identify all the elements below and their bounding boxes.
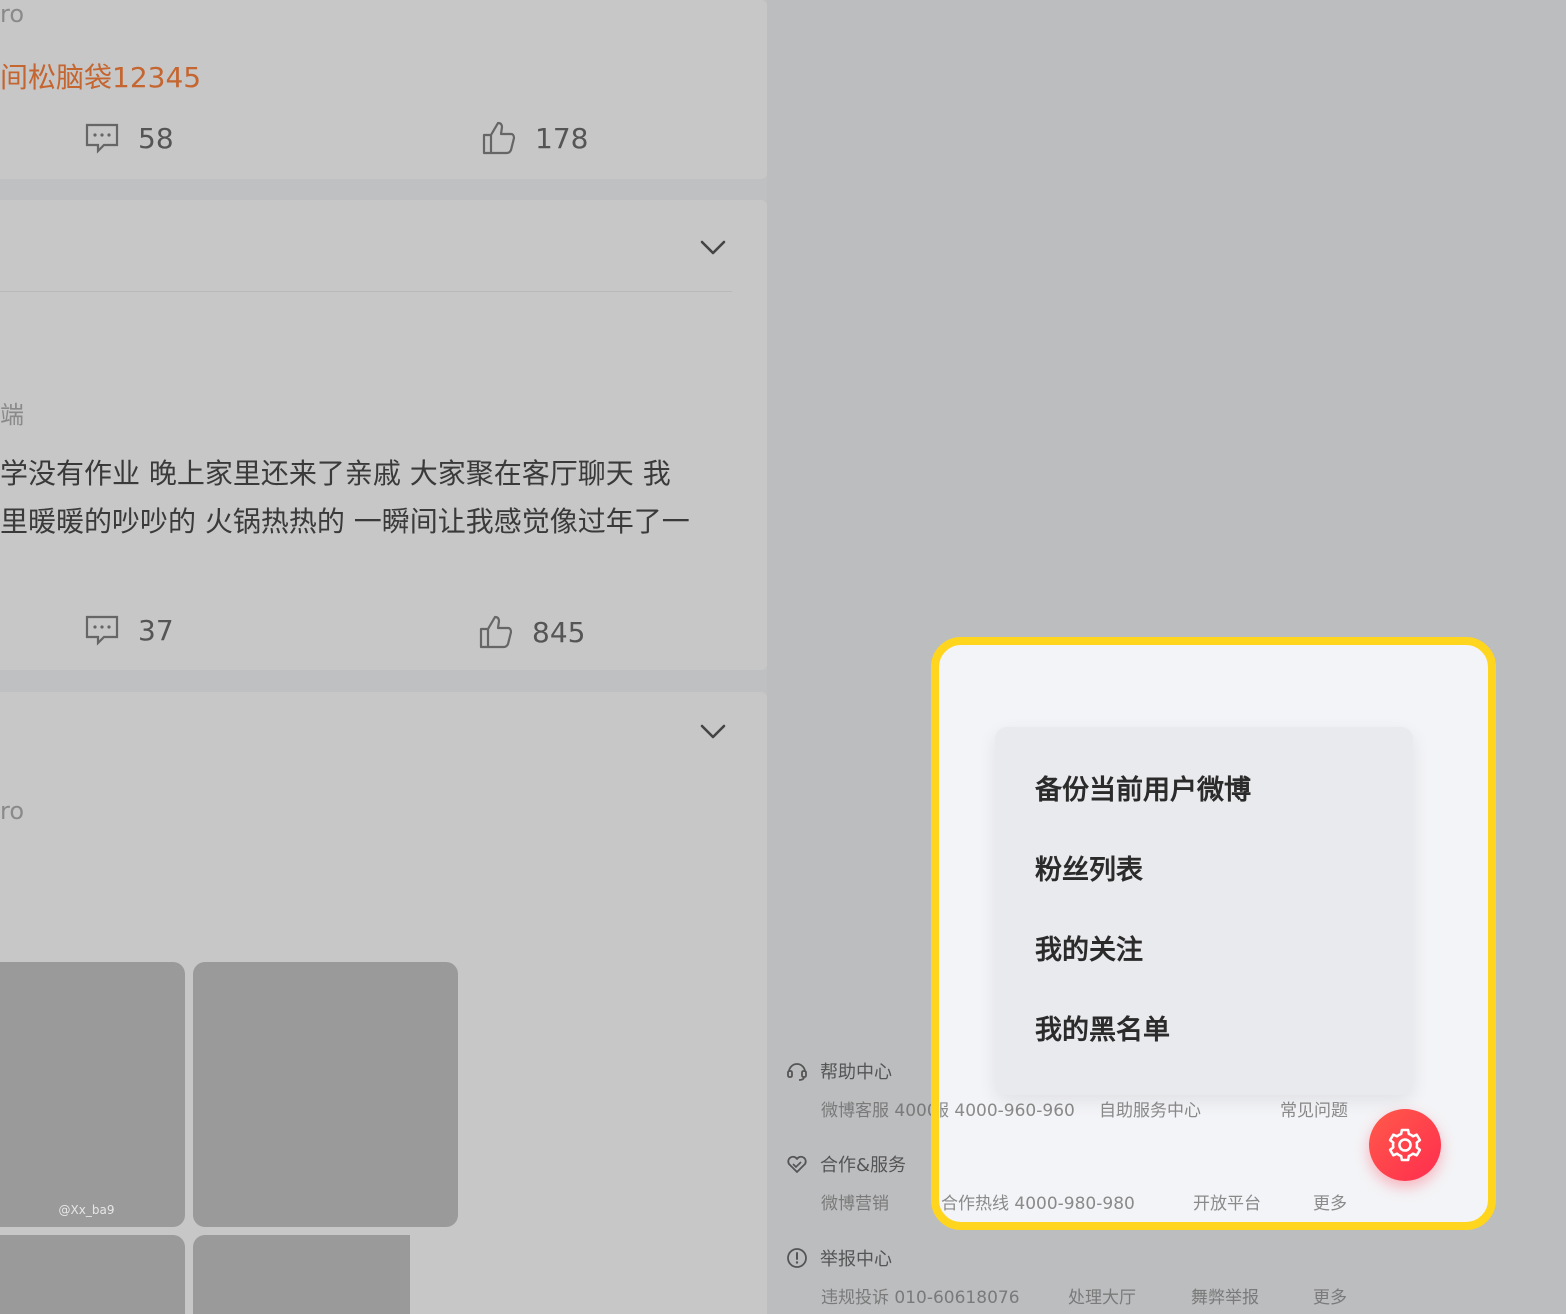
menu-item-backup-weibo[interactable]: 备份当前用户微博 — [995, 751, 1413, 831]
post-source: ro — [0, 0, 25, 28]
menu-item-fans-list[interactable]: 粉丝列表 — [995, 831, 1413, 911]
settings-dropdown-menu: 备份当前用户微博 粉丝列表 我的关注 我的黑名单 — [995, 727, 1413, 1095]
chevron-down-icon[interactable] — [699, 238, 727, 258]
settings-button[interactable] — [1369, 1109, 1441, 1181]
comment-icon — [85, 615, 119, 646]
post-text-line-2: 里暖暖的吵吵的 火锅热热的 一瞬间让我感觉像过年了一 — [0, 505, 690, 538]
settings-popup-panel: 微博客服 4000-960-960 自助服务中心 常见问题 合作热线 4000-… — [931, 637, 1496, 1230]
footer-link-violation[interactable]: 违规投诉 010-60618076 — [821, 1283, 1020, 1308]
footer-section-label: 合作&服务 — [820, 1155, 907, 1176]
post-photo-3[interactable] — [0, 1235, 185, 1314]
comment-icon — [85, 123, 119, 154]
footer-link-marketing[interactable]: 微博营销 — [821, 1189, 889, 1214]
feed-card-3: ro @Xx_ba9 — [0, 692, 767, 1314]
photo-watermark: @Xx_ba9 — [58, 1203, 115, 1217]
comment-button[interactable]: 37 — [84, 612, 174, 648]
feed-card-1: ro 间松脑袋12345 58 178 — [0, 0, 767, 179]
footer-link-more-report[interactable]: 更多 — [1313, 1283, 1347, 1308]
gear-icon — [1388, 1128, 1422, 1162]
footer-link-fraud-report[interactable]: 舞弊举报 — [1191, 1283, 1259, 1308]
footer-link-coop-hotline[interactable]: 合作热线 4000-980-980 — [941, 1189, 1135, 1214]
footer-link-faq-overlap[interactable]: 常见问题 — [1280, 1096, 1348, 1121]
comment-count: 37 — [138, 613, 174, 647]
footer-link-more-coop[interactable]: 更多 — [1313, 1189, 1347, 1214]
footer-section-label: 举报中心 — [820, 1249, 892, 1270]
footer-report-title[interactable]: 举报中心 — [786, 1245, 892, 1271]
footer-link-open-platform[interactable]: 开放平台 — [1193, 1189, 1261, 1214]
footer-section-label: 帮助中心 — [820, 1062, 892, 1083]
post-text-line-1: 学没有作业 晚上家里还来了亲戚 大家聚在客厅聊天 我 — [0, 457, 671, 490]
menu-item-my-blacklist[interactable]: 我的黑名单 — [995, 991, 1413, 1071]
thumbs-up-icon — [482, 121, 516, 155]
like-count: 845 — [532, 615, 586, 649]
footer-link-help-hotline-overlap[interactable]: 微博客服 4000-960-960 — [939, 1096, 1075, 1121]
like-button[interactable]: 845 — [478, 614, 585, 650]
footer-help-title[interactable]: 帮助中心 — [786, 1058, 892, 1084]
post-photo-4[interactable] — [193, 1235, 410, 1314]
like-count: 178 — [535, 121, 589, 155]
headset-icon — [787, 1063, 807, 1081]
feed-card-2: 端 学没有作业 晚上家里还来了亲戚 大家聚在客厅聊天 我 里暖暖的吵吵的 火锅热… — [0, 200, 767, 670]
menu-item-my-following[interactable]: 我的关注 — [995, 911, 1413, 991]
chevron-down-icon[interactable] — [699, 722, 727, 742]
exclamation-circle-icon — [787, 1248, 807, 1268]
comment-button[interactable]: 58 — [84, 120, 174, 156]
footer-link-self-service-overlap[interactable]: 自助服务中心 — [1099, 1096, 1201, 1121]
like-button[interactable]: 178 — [481, 120, 588, 156]
footer-coop-title[interactable]: 合作&服务 — [786, 1151, 906, 1177]
post-photo-1[interactable]: @Xx_ba9 — [0, 962, 185, 1227]
post-photo-2[interactable] — [193, 962, 458, 1227]
footer-link-process-hall[interactable]: 处理大厅 — [1068, 1283, 1136, 1308]
thumbs-up-icon — [479, 615, 513, 649]
handshake-heart-icon — [787, 1155, 807, 1173]
comment-count: 58 — [138, 121, 174, 155]
post-source: 端 — [0, 401, 24, 429]
post-source: ro — [0, 797, 25, 825]
card-divider — [0, 291, 732, 292]
post-mention-link[interactable]: 间松脑袋12345 — [0, 56, 201, 96]
